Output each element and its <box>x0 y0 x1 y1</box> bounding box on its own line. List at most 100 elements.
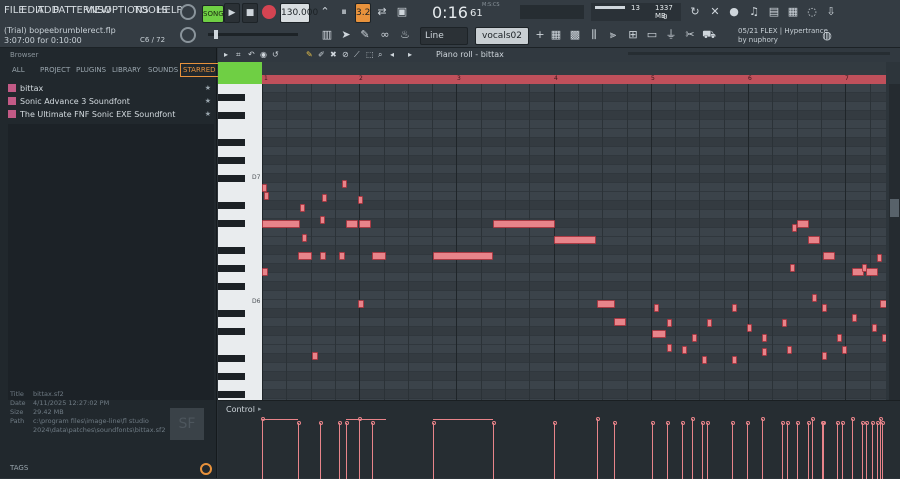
note[interactable] <box>358 300 364 308</box>
velocity-handle[interactable] <box>781 421 785 425</box>
control-label[interactable]: Control <box>226 405 255 414</box>
velocity-bar[interactable] <box>554 423 555 479</box>
velocity-handle[interactable] <box>345 421 349 425</box>
download-icon[interactable]: ⇩ <box>822 3 840 21</box>
velocity-bar[interactable] <box>808 423 809 479</box>
velocity-handle[interactable] <box>822 421 826 425</box>
blend-notes-icon[interactable]: ▣ <box>393 3 411 21</box>
browser-tab-project[interactable]: PROJECT <box>40 66 70 74</box>
arrow-right-icon[interactable]: ➤ <box>337 26 355 44</box>
note[interactable] <box>298 252 312 260</box>
velocity-handle[interactable] <box>338 421 342 425</box>
note[interactable] <box>707 319 712 327</box>
undo-icon[interactable]: ↶ <box>248 50 255 59</box>
browser-icon[interactable]: ▭ <box>643 26 661 44</box>
playlist-icon[interactable]: ▦ <box>547 26 565 44</box>
browser-item[interactable]: bittax ★ <box>8 84 214 96</box>
velocity-bar[interactable] <box>866 423 867 479</box>
velocity-handle[interactable] <box>786 421 790 425</box>
black-key[interactable] <box>218 157 245 164</box>
note[interactable] <box>822 304 827 312</box>
star-icon[interactable]: ★ <box>205 110 211 118</box>
note[interactable] <box>654 304 659 312</box>
note[interactable] <box>652 330 666 338</box>
velocity-bar[interactable] <box>880 419 881 479</box>
velocity-bar[interactable] <box>372 423 373 479</box>
black-key[interactable] <box>218 247 245 254</box>
note[interactable] <box>320 216 325 224</box>
control-lane[interactable]: Control ▸ <box>218 400 900 479</box>
time-display[interactable]: 0:16 <box>432 3 468 22</box>
velocity-bar[interactable] <box>872 423 873 479</box>
zoom-icon[interactable]: ⌕ <box>378 50 382 60</box>
black-key[interactable] <box>218 391 245 398</box>
note[interactable] <box>312 352 318 360</box>
note[interactable] <box>812 294 817 302</box>
note[interactable] <box>790 264 795 272</box>
velocity-handle[interactable] <box>796 421 800 425</box>
plug-icon[interactable]: ⏚ <box>662 26 680 44</box>
velocity-bar[interactable] <box>262 419 263 479</box>
note[interactable] <box>372 252 386 260</box>
tags-label[interactable]: TAGS <box>10 464 28 472</box>
velocity-bar[interactable] <box>797 423 798 479</box>
browser-item[interactable]: The Ultimate FNF Sonic EXE Soundfont ★ <box>8 110 214 122</box>
velocity-handle[interactable] <box>871 421 875 425</box>
overview-strip[interactable] <box>262 62 886 75</box>
black-key[interactable] <box>218 220 245 227</box>
note[interactable] <box>877 254 882 262</box>
note[interactable] <box>762 348 767 356</box>
velocity-bar[interactable] <box>339 423 340 479</box>
velocity-handle[interactable] <box>681 421 685 425</box>
tools-icon[interactable]: ✂ <box>681 26 699 44</box>
note[interactable] <box>880 300 886 308</box>
master-pitch-knob[interactable] <box>180 27 196 43</box>
sliders-icon[interactable]: ⫸ <box>604 26 622 44</box>
velocity-handle[interactable] <box>691 417 695 421</box>
note[interactable] <box>264 192 269 200</box>
note[interactable] <box>732 356 737 364</box>
undo-history-icon[interactable]: ↺ <box>272 50 279 59</box>
note[interactable] <box>782 319 787 327</box>
velocity-bar[interactable] <box>702 423 703 479</box>
play-button[interactable]: ▶ <box>224 3 240 23</box>
velocity-bar[interactable] <box>837 423 838 479</box>
stamp-icon[interactable]: ♨ <box>396 26 414 44</box>
mixer-icon[interactable]: ⫼ <box>585 26 603 44</box>
magnet-icon[interactable]: ⌗ <box>236 50 241 60</box>
note[interactable] <box>842 346 847 354</box>
note[interactable] <box>692 334 697 342</box>
velocity-bar[interactable] <box>597 419 598 479</box>
velocity-bar[interactable] <box>692 419 693 479</box>
tempo-display[interactable]: 130.000 <box>280 3 318 23</box>
loop-record-icon[interactable]: ⇄ <box>373 3 391 21</box>
chat-icon[interactable]: ◌ <box>803 3 821 21</box>
vertical-scrollbar[interactable] <box>889 84 900 400</box>
velocity-bar[interactable] <box>682 423 683 479</box>
note[interactable] <box>342 180 347 188</box>
delete-icon[interactable]: ✖ <box>330 50 337 59</box>
black-key[interactable] <box>218 310 245 317</box>
velocity-bar[interactable] <box>320 423 321 479</box>
browser-tab-library[interactable]: LIBRARY <box>112 66 141 74</box>
cart-icon[interactable]: ⛟ <box>700 26 718 44</box>
velocity-handle[interactable] <box>297 421 301 425</box>
browser-item[interactable]: Sonic Advance 3 Soundfont ★ <box>8 97 214 109</box>
control-dropdown-icon[interactable]: ▸ <box>258 405 262 413</box>
note-grid[interactable] <box>262 84 886 443</box>
velocity-bar[interactable] <box>652 423 653 479</box>
horizontal-scrollbar[interactable] <box>628 52 890 55</box>
velocity-handle[interactable] <box>881 421 885 425</box>
playback-icon[interactable]: ◂ <box>390 50 394 59</box>
black-key[interactable] <box>218 283 245 290</box>
velocity-bar[interactable] <box>298 423 299 479</box>
stop-button[interactable]: ■ <box>242 3 258 23</box>
audio-icon[interactable]: ♫ <box>745 3 763 21</box>
black-key[interactable] <box>218 265 245 272</box>
velocity-bar[interactable] <box>747 423 748 479</box>
note[interactable] <box>302 234 307 242</box>
channel-rack-icon[interactable]: ▩ <box>566 26 584 44</box>
velocity-bar[interactable] <box>823 423 824 479</box>
note[interactable] <box>792 224 797 232</box>
velocity-bar[interactable] <box>882 423 883 479</box>
